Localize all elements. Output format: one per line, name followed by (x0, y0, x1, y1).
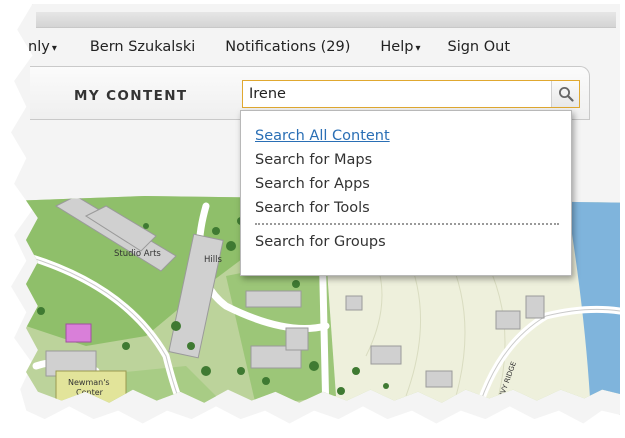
my-content-title[interactable]: MY CONTENT (74, 88, 188, 104)
map-label-newmans: Newman's (68, 378, 110, 387)
map-label-studio-arts: Studio Arts (114, 249, 161, 259)
nav-item-view-only[interactable]: nly ▾ (28, 39, 57, 55)
nav-item-user[interactable]: Bern Szukalski (90, 39, 195, 55)
browser-top-strip (36, 12, 616, 28)
chevron-down-icon: ▾ (51, 43, 57, 54)
nav-item-help[interactable]: Help ▾ (380, 39, 420, 55)
nav-item-notifications[interactable]: Notifications (29) (225, 39, 350, 55)
dropdown-separator (255, 223, 559, 225)
search-maps-option[interactable]: Search for Maps (255, 151, 571, 175)
map-label-hills: Hills (204, 255, 222, 265)
search-all-content-option[interactable]: Search All Content (255, 127, 571, 151)
chevron-down-icon: ▾ (415, 43, 421, 54)
nav-item-label: Help (380, 39, 414, 55)
search-apps-option[interactable]: Search for Apps (255, 175, 571, 199)
search-box (242, 80, 580, 108)
search-dropdown: Search All Content Search for Maps Searc… (240, 110, 572, 276)
search-input[interactable] (243, 82, 551, 106)
nav-item-label: nly (28, 39, 50, 55)
nav-item-sign-out[interactable]: Sign Out (448, 39, 511, 55)
search-tools-option[interactable]: Search for Tools (255, 199, 571, 223)
search-button[interactable] (551, 81, 579, 107)
top-nav: nly ▾ Bern Szukalski Notifications (29) H… (28, 36, 588, 58)
search-icon (558, 87, 574, 102)
search-groups-option[interactable]: Search for Groups (255, 233, 571, 257)
